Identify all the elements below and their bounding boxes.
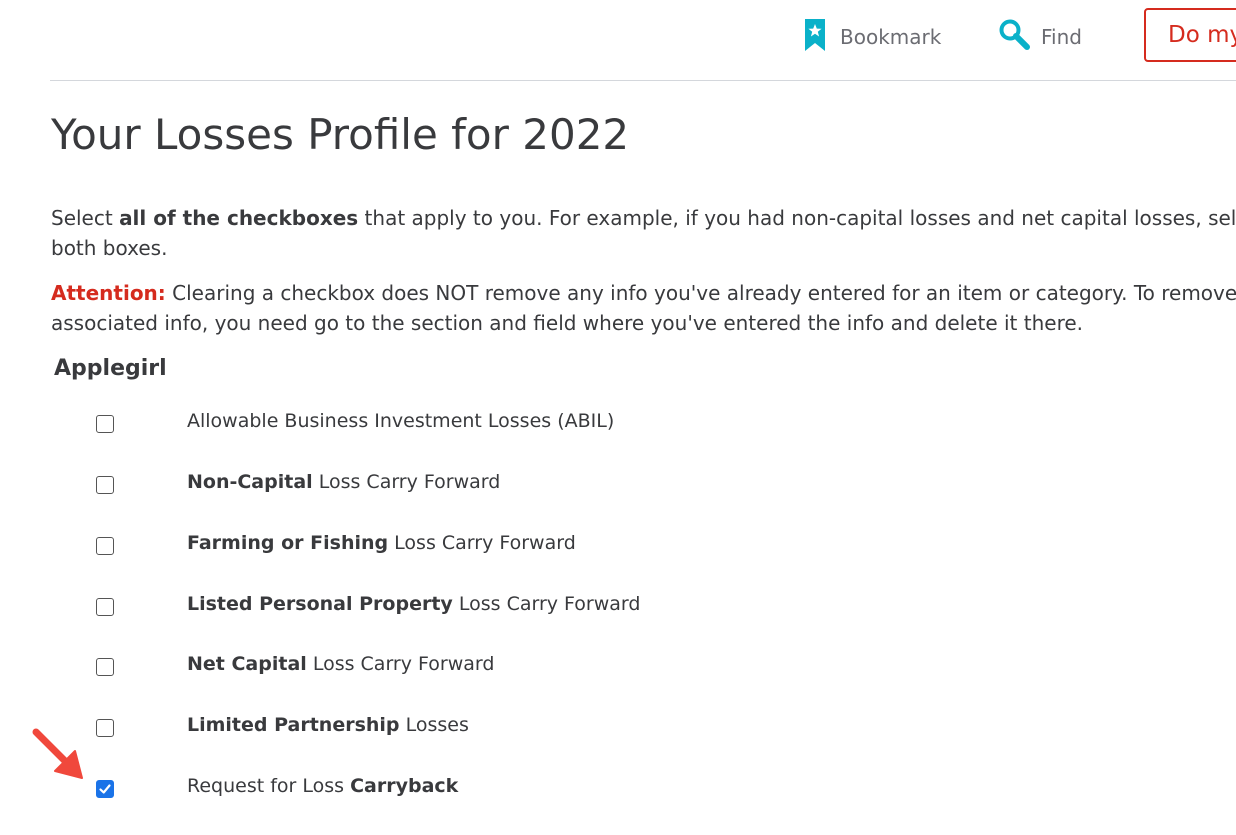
toolbar-divider: [50, 80, 1236, 81]
option-label-listed-personal-property[interactable]: Listed Personal Property Loss Carry Forw…: [187, 593, 640, 615]
instructions-bold: all of the checkboxes: [119, 206, 359, 230]
option-label-abil[interactable]: Allowable Business Investment Losses (AB…: [187, 410, 614, 432]
attention-notice: Attention: Clearing a checkbox does NOT …: [51, 278, 1236, 338]
option-row-net-capital: Net Capital Loss Carry Forward: [0, 647, 1236, 687]
checkbox-non-capital[interactable]: [96, 476, 114, 494]
option-label-non-capital[interactable]: Non-Capital Loss Carry Forward: [187, 471, 500, 493]
option-label-bold: Net Capital: [187, 653, 307, 675]
checkbox-listed-personal-property[interactable]: [96, 598, 114, 616]
bookmark-button[interactable]: Bookmark: [803, 18, 941, 56]
option-label-suffix: Loss Carry Forward: [306, 653, 495, 675]
option-label-bold: Carryback: [350, 775, 459, 797]
option-label-bold: Farming or Fishing: [187, 532, 389, 554]
red-arrow-icon: [32, 728, 83, 779]
option-row-limited-partnership: Limited Partnership Losses: [0, 708, 1236, 748]
person-name-heading: Applegirl: [54, 356, 167, 381]
option-label-prefix: Allowable Business Investment Losses (AB…: [187, 410, 615, 432]
option-label-suffix: Loss Carry Forward: [388, 532, 576, 554]
option-label-suffix: Loss Carry Forward: [452, 593, 641, 615]
bookmark-icon: [803, 18, 827, 56]
checkbox-abil[interactable]: [96, 415, 114, 433]
do-my-taxes-button[interactable]: Do my: [1144, 8, 1236, 62]
option-label-prefix: Request for Loss: [187, 775, 351, 797]
option-label-suffix: Loss Carry Forward: [312, 471, 501, 493]
top-toolbar: Bookmark Find Do my: [0, 0, 1236, 82]
find-button[interactable]: Find: [998, 18, 1082, 56]
attention-label: Attention:: [51, 281, 166, 305]
option-label-bold: Limited Partnership: [187, 714, 400, 736]
bookmark-label: Bookmark: [840, 25, 942, 49]
option-label-net-capital[interactable]: Net Capital Loss Carry Forward: [187, 653, 494, 675]
option-label-suffix: Losses: [399, 714, 469, 736]
checkbox-farming-fishing[interactable]: [96, 537, 114, 555]
checkbox-loss-carryback[interactable]: [96, 780, 114, 798]
magnifier-icon: [998, 18, 1032, 56]
instructions-part-1: Select: [51, 206, 120, 230]
option-row-listed-personal-property: Listed Personal Property Loss Carry Forw…: [0, 587, 1236, 627]
option-row-loss-carryback: Request for Loss Carryback: [0, 769, 1236, 809]
option-row-farming-fishing: Farming or Fishing Loss Carry Forward: [0, 526, 1236, 566]
instructions-text: Select all of the checkboxes that apply …: [51, 203, 1236, 263]
option-label-bold: Listed Personal Property: [187, 593, 453, 615]
attention-text: Clearing a checkbox does NOT remove any …: [51, 281, 1236, 335]
option-label-farming-fishing[interactable]: Farming or Fishing Loss Carry Forward: [187, 532, 576, 554]
find-label: Find: [1041, 25, 1082, 49]
checkbox-net-capital[interactable]: [96, 658, 114, 676]
option-row-non-capital: Non-Capital Loss Carry Forward: [0, 465, 1236, 505]
option-row-abil: Allowable Business Investment Losses (AB…: [0, 404, 1236, 444]
option-label-loss-carryback[interactable]: Request for Loss Carryback: [187, 775, 458, 797]
page-title: Your Losses Profile for 2022: [51, 110, 630, 159]
check-icon: [99, 784, 111, 794]
checkbox-limited-partnership[interactable]: [96, 719, 114, 737]
option-label-limited-partnership[interactable]: Limited Partnership Losses: [187, 714, 469, 736]
option-label-bold: Non-Capital: [187, 471, 313, 493]
